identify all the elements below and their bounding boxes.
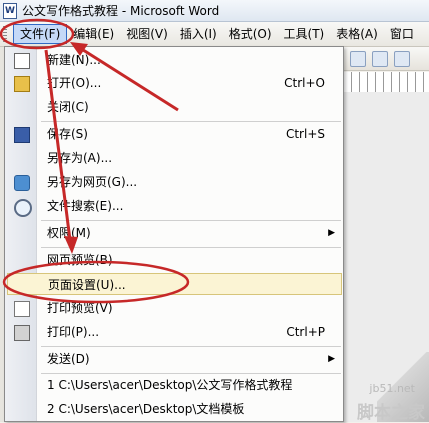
menu-item-open[interactable]: 打开(O)... Ctrl+O [5,72,343,94]
menu-item-label: 发送(D) [47,352,90,366]
menu-item-send[interactable]: 发送(D) ▶ [5,348,343,370]
shortcut-label: Ctrl+S [285,127,325,141]
file-menu-dropdown: 新建(N)... 打开(O)... Ctrl+O 关闭(C) 保存(S) Ctr… [4,46,344,422]
menu-item-label: 网页预览(B) [47,253,113,267]
menu-item-save-as-web[interactable]: 另存为网页(G)... [5,171,343,193]
menu-item-new[interactable]: 新建(N)... [5,49,343,71]
save-icon [14,127,30,143]
window-title: 公文写作格式教程 - Microsoft Word [22,4,220,18]
menu-edit[interactable]: 编辑(E) [67,24,120,44]
menu-item-close[interactable]: 关闭(C) [5,96,343,118]
menu-file[interactable]: 文件(F) [13,24,68,44]
menu-item-label: 新建(N)... [47,53,101,67]
menu-window[interactable]: 窗口 [384,24,420,44]
printer-icon [14,325,30,341]
menu-item-save[interactable]: 保存(S) Ctrl+S [5,123,343,145]
menu-item-print[interactable]: 打印(P)... Ctrl+P [5,321,343,343]
menu-item-label: 1 C:\Users\acer\Desktop\公文写作格式教程 [47,378,293,392]
menu-item-label: 打开(O)... [47,76,102,90]
menu-table[interactable]: 表格(A) [330,24,384,44]
menu-separator [41,220,341,221]
menu-item-recent-1[interactable]: 1 C:\Users\acer\Desktop\公文写作格式教程 [5,374,343,396]
menu-item-page-setup[interactable]: 页面设置(U)... [7,273,342,295]
menu-item-label: 保存(S) [47,127,88,141]
open-folder-icon [14,76,30,92]
dropdown-arrow-icon[interactable] [350,50,366,67]
title-bar: W 公文写作格式教程 - Microsoft Word [0,0,429,22]
watermark-brand: 脚本之家 [357,403,425,423]
menu-item-label: 打印(P)... [47,325,100,339]
menu-item-label: 另存为网页(G)... [47,175,138,189]
menu-item-web-preview[interactable]: 网页预览(B) [5,249,343,271]
menu-item-label: 2 C:\Users\acer\Desktop\文档模板 [47,402,245,416]
menu-view[interactable]: 视图(V) [120,24,174,44]
menu-separator [41,247,341,248]
menu-item-label: 打印预览(V) [47,301,113,315]
research-icon[interactable] [372,50,388,67]
menu-item-label: 关闭(C) [47,100,89,114]
menubar-grip[interactable] [3,26,7,42]
menu-insert[interactable]: 插入(I) [174,24,223,44]
web-page-icon [14,175,30,191]
menu-item-label: 权限(M) [47,226,91,240]
menu-item-label: 另存为(A)... [47,151,113,165]
menu-item-label: 文件搜索(E)... [47,199,124,213]
menu-item-print-preview[interactable]: 打印预览(V) [5,297,343,319]
shortcut-label: Ctrl+O [284,76,325,90]
menu-item-permission[interactable]: 权限(M) ▶ [5,222,343,244]
print-preview-icon [14,301,30,317]
menu-bar: 文件(F) 编辑(E) 视图(V) 插入(I) 格式(O) 工具(T) 表格(A… [0,22,429,47]
watermark-url: jb51.net [369,382,415,395]
horizontal-ruler[interactable] [344,72,429,93]
menu-format[interactable]: 格式(O) [223,24,278,44]
menu-item-save-as[interactable]: 另存为(A)... [5,147,343,169]
shortcut-label: Ctrl+P [286,325,325,339]
menu-item-recent-2[interactable]: 2 C:\Users\acer\Desktop\文档模板 [5,398,343,420]
menu-item-label: 页面设置(U)... [48,278,126,292]
new-document-icon [14,53,30,69]
submenu-arrow-icon: ▶ [328,354,335,364]
table-icon[interactable] [394,50,410,67]
menu-item-file-search[interactable]: 文件搜索(E)... [5,195,343,217]
word-app-icon: W [3,2,17,19]
menu-separator [41,121,341,122]
submenu-arrow-icon: ▶ [328,228,335,238]
menu-tools[interactable]: 工具(T) [278,24,331,44]
search-icon [14,199,32,217]
menu-separator [41,346,341,347]
toolbar [344,47,429,71]
